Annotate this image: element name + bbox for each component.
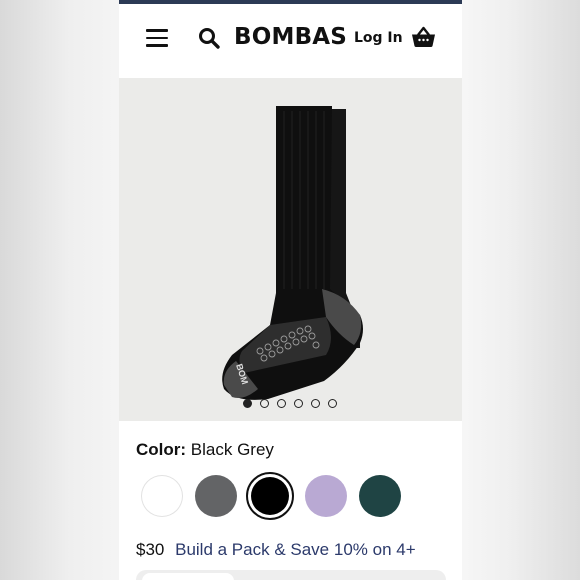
color-swatches (141, 472, 461, 520)
selected-color-name: Black Grey (190, 440, 274, 459)
product-image-sock: BOM (222, 106, 363, 400)
carousel-dots (243, 399, 337, 408)
carousel-dot[interactable] (311, 399, 320, 408)
search-icon[interactable] (197, 26, 221, 50)
build-a-pack-link[interactable]: Build a Pack & Save 10% on 4+ (175, 540, 416, 559)
carousel-dot[interactable] (328, 399, 337, 408)
color-swatch-black[interactable] (246, 472, 294, 520)
price: $30 (136, 540, 165, 559)
shopping-basket-icon[interactable] (411, 26, 436, 48)
hamburger-menu-icon[interactable] (146, 29, 168, 47)
carousel-dot[interactable] (294, 399, 303, 408)
color-swatch-dark-green[interactable] (359, 475, 401, 517)
color-swatch-lavender[interactable] (305, 475, 347, 517)
size-selector[interactable] (136, 570, 446, 580)
color-swatch-white[interactable] (141, 475, 183, 517)
price-row: $30 Build a Pack & Save 10% on 4+ (136, 540, 416, 560)
product-image-gallery[interactable]: BOM (119, 78, 462, 421)
color-selection-label: Color: Black Grey (136, 440, 274, 460)
carousel-dot[interactable] (260, 399, 269, 408)
color-label: Color: (136, 440, 187, 459)
size-selector-active-tab[interactable] (142, 573, 234, 580)
product-page: BOMBAS Log In BOM Color: Black Grey $30 … (119, 0, 462, 580)
carousel-dot[interactable] (243, 399, 252, 408)
brand-logo[interactable]: BOMBAS (234, 24, 347, 50)
color-swatch-grey[interactable] (195, 475, 237, 517)
carousel-dot[interactable] (277, 399, 286, 408)
site-header: BOMBAS Log In (119, 4, 462, 78)
login-link[interactable]: Log In (354, 30, 403, 46)
